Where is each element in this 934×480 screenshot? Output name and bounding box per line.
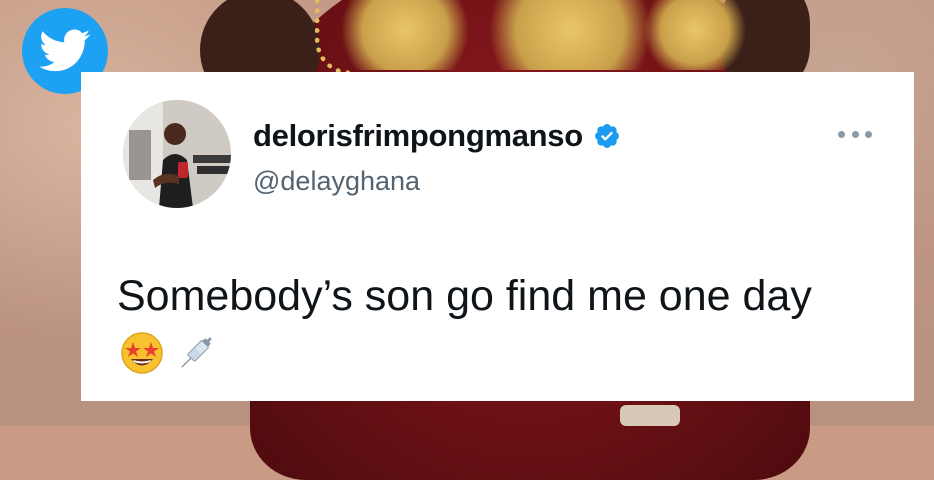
syringe-emoji-icon [173,330,219,381]
tweet-text: Somebody’s son go find me one day [117,272,812,320]
background-bracelet [620,405,680,426]
user-handle[interactable]: @delayghana [253,165,420,197]
display-name[interactable]: delorisfrimpongmanso [253,118,621,154]
display-name-text[interactable]: delorisfrimpongmanso [253,118,583,154]
background-gold-embroidery [640,0,750,70]
avatar[interactable] [123,100,231,208]
star-struck-emoji-icon [119,330,165,381]
tweet-emojis [119,330,219,380]
tweet-card[interactable]: delorisfrimpongmanso @delayghana Somebod… [81,72,914,401]
more-options-icon[interactable] [838,128,872,140]
verified-badge-icon [593,122,621,150]
background-gold-embroidery [330,0,480,70]
